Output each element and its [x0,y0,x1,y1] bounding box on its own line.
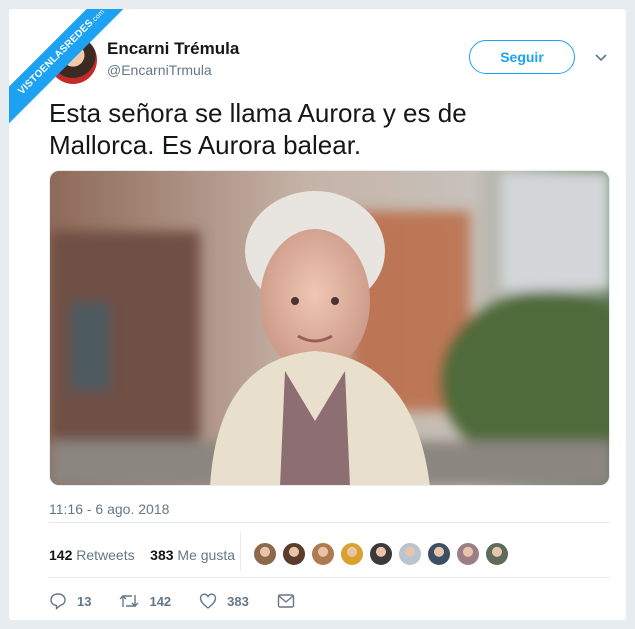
liker-avatars [253,542,509,566]
liker-avatar[interactable] [456,542,480,566]
retweet-action-count: 142 [149,593,172,609]
heart-icon [199,593,217,609]
divider [49,577,610,578]
tweet-photo[interactable] [49,170,610,486]
tweet-card: VISTOENLASREDES.com Encarni Trémula @Enc… [8,8,627,621]
reply-icon [50,593,66,610]
retweet-icon [119,595,139,607]
divider [240,531,241,571]
liker-avatar[interactable] [369,542,393,566]
like-action-count: 383 [227,593,249,609]
retweet-label[interactable]: Retweets [76,547,134,563]
like-count[interactable]: 383 [150,547,173,563]
liker-avatar[interactable] [427,542,451,566]
tweet-actions: 13 142 383 [49,592,333,610]
like-button[interactable]: 383 [199,592,249,610]
liker-avatar[interactable] [398,542,422,566]
direct-message-button[interactable] [277,593,305,609]
reply-count: 13 [77,593,92,609]
liker-avatar[interactable] [282,542,306,566]
watermark: VISTOENLASREDES.com [9,9,139,139]
divider [49,522,610,523]
liker-avatar[interactable] [485,542,509,566]
liker-avatar[interactable] [311,542,335,566]
like-label[interactable]: Me gusta [177,547,235,563]
tweet-timestamp[interactable]: 11:16 - 6 ago. 2018 [49,501,169,517]
photo-elderly-woman [50,171,609,485]
liker-avatar[interactable] [340,542,364,566]
retweet-count[interactable]: 142 [49,547,72,563]
liker-avatar[interactable] [253,542,277,566]
reply-button[interactable]: 13 [49,592,91,610]
follow-button[interactable]: Seguir [469,40,575,74]
tweet-stats: 142 Retweets 383 Me gusta [49,547,235,563]
retweet-button[interactable]: 142 [119,592,171,610]
chevron-down-icon[interactable] [593,49,609,65]
envelope-icon [277,594,295,608]
